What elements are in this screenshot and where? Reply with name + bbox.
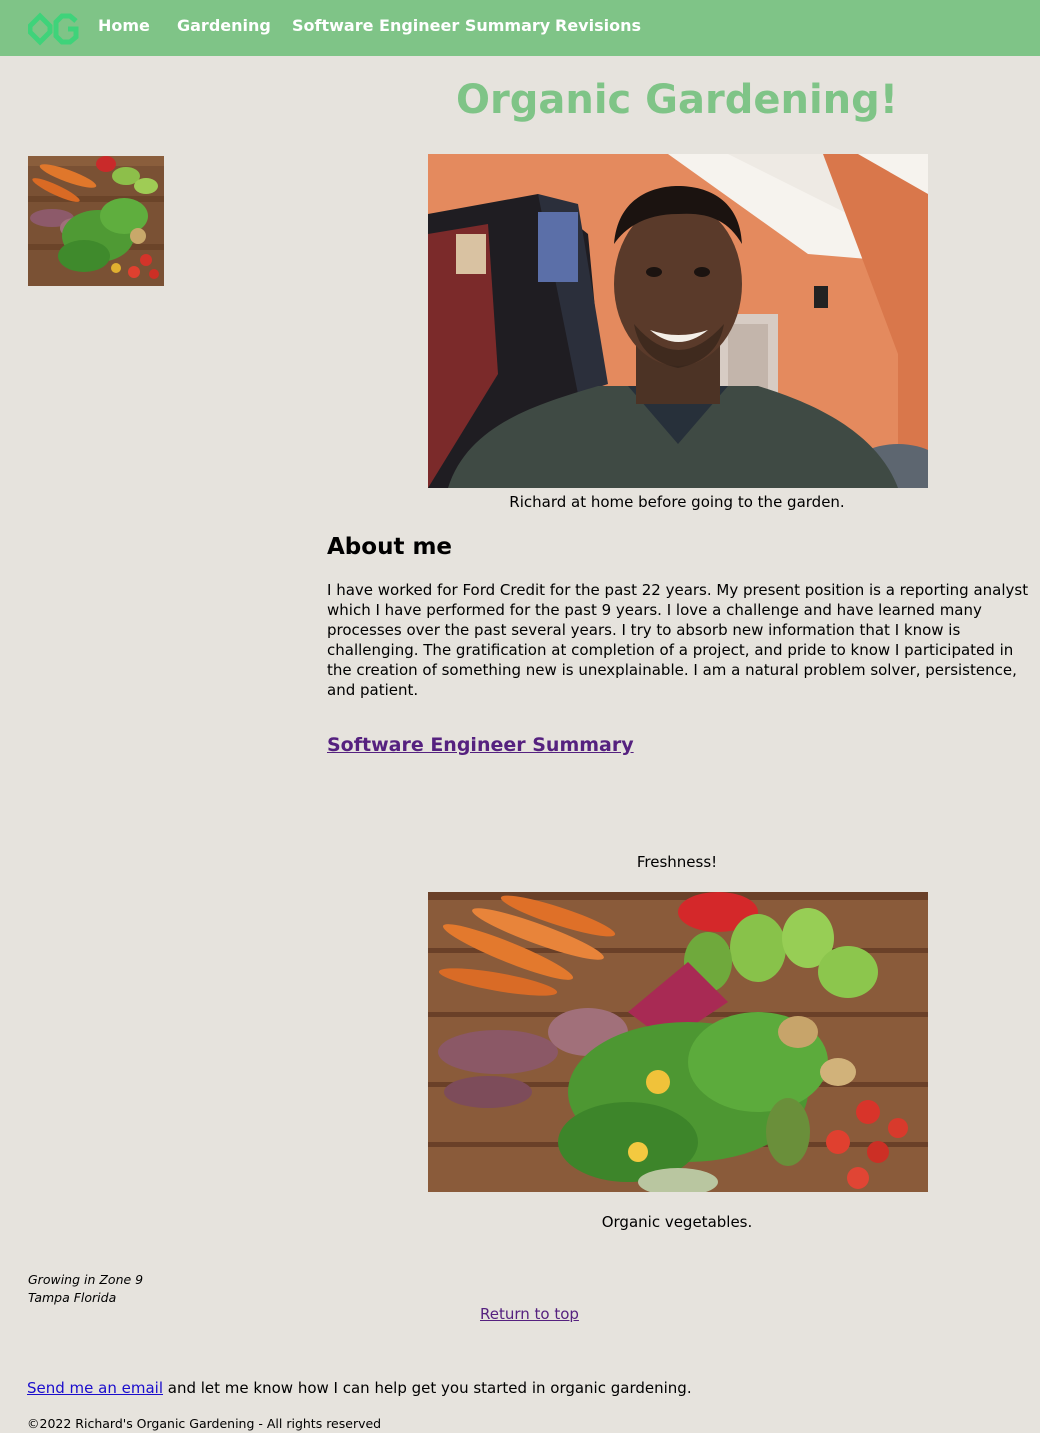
nav-software-engineer-summary[interactable]: Software Engineer Summary [292, 16, 550, 36]
about-heading: About me [327, 534, 453, 560]
top-navigation-bar: Home Gardening Software Engineer Summary… [0, 0, 1040, 56]
sidebar-vegetables-image [28, 156, 164, 286]
send-email-link[interactable]: Send me an email [27, 1379, 163, 1397]
freshness-heading: Freshness! [636, 853, 718, 871]
portrait-caption: Richard at home before going to the gard… [509, 493, 845, 511]
contact-line: Send me an email and let me know how I c… [27, 1378, 692, 1398]
copyright-text: ©2022 Richard's Organic Gardening - All … [27, 1416, 382, 1431]
og-logo-icon [27, 12, 79, 46]
about-text: I have worked for Ford Credit for the pa… [327, 581, 1029, 699]
city-text: Tampa Florida [28, 1290, 117, 1305]
vegetables-caption: Organic vegetables. [601, 1213, 753, 1231]
nav-home[interactable]: Home [98, 16, 150, 36]
location-info: Growing in Zone 9 Tampa Florida [28, 1271, 143, 1307]
nav-revisions[interactable]: Revisions [555, 16, 641, 36]
contact-text: and let me know how I can help get you s… [163, 1379, 692, 1397]
software-engineer-summary-link[interactable]: Software Engineer Summary [327, 733, 634, 757]
return-to-top-link[interactable]: Return to top [480, 1304, 579, 1324]
site-logo[interactable] [27, 12, 82, 46]
nav-gardening[interactable]: Gardening [177, 16, 271, 36]
richard-portrait-image [428, 154, 928, 488]
page-title: Organic Gardening! [455, 77, 899, 123]
organic-vegetables-image [428, 892, 928, 1192]
zone-text: Growing in Zone 9 [28, 1272, 144, 1287]
